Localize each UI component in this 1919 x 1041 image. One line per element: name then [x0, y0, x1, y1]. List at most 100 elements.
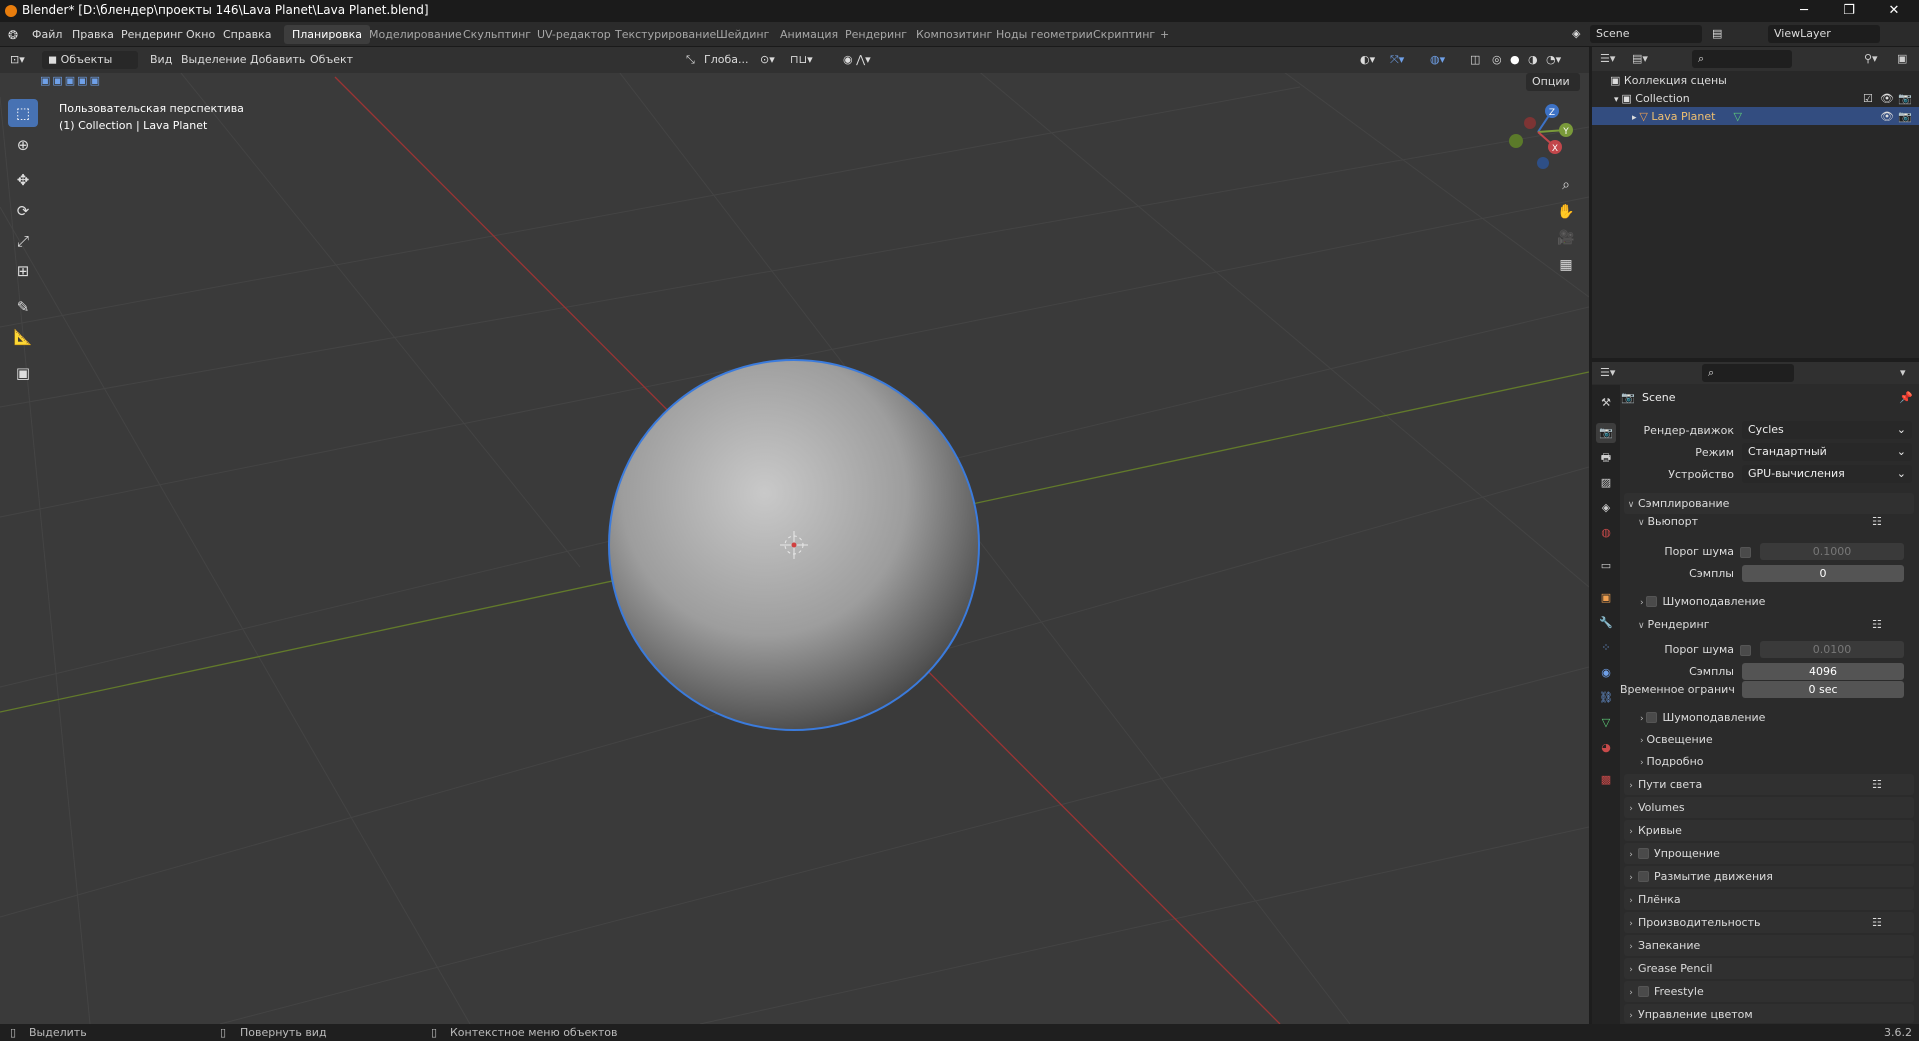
add-workspace-button[interactable]: + [1152, 25, 1177, 44]
editor-type-icon[interactable]: ⊡▾ [10, 53, 25, 66]
properties-editor-icon[interactable]: ☰▾ [1600, 366, 1615, 379]
texture-tab-icon[interactable]: ▩ [1596, 770, 1616, 790]
transform-tool-icon[interactable]: ⊞ [8, 257, 38, 285]
filter-icon[interactable]: ⚲▾ [1864, 52, 1878, 65]
workspace-tab-geometry-nodes[interactable]: Ноды геометрии [988, 25, 1101, 44]
render-tab-icon[interactable]: 📷 [1596, 423, 1616, 443]
panel-simplify[interactable]: › Упрощение [1624, 843, 1914, 864]
presets-icon[interactable]: ☷ [1872, 916, 1882, 929]
workspace-tab-rendering[interactable]: Рендеринг [837, 25, 915, 44]
collection-checkbox-icon[interactable]: ☑ [1863, 92, 1873, 105]
move-tool-icon[interactable]: ✥ [8, 166, 38, 194]
r-denoise-row[interactable]: › Шумоподавление [1640, 711, 1765, 724]
snap-icon[interactable]: ⊓⊔▾ [790, 53, 813, 66]
workspace-tab-uv[interactable]: UV-редактор [529, 25, 619, 44]
outliner-collection-row[interactable]: ▾ ▣ Collection ☑ 👁 📷 [1592, 89, 1919, 107]
menu-render[interactable]: Рендеринг [121, 28, 183, 41]
workspace-tab-layout[interactable]: Планировка [284, 25, 370, 44]
outliner-editor-icon[interactable]: ☰▾ [1600, 52, 1615, 65]
panel-color-management[interactable]: › Управление цветом [1624, 1004, 1914, 1023]
maximize-button[interactable]: ❐ [1829, 1, 1869, 21]
panel-light-paths[interactable]: › Пути света ☷ [1624, 774, 1914, 795]
solid-shading-icon[interactable]: ● [1510, 53, 1520, 66]
panel-bake[interactable]: › Запекание [1624, 935, 1914, 956]
mode-selector[interactable]: ◼ Объекты [42, 51, 138, 69]
rendered-shading-icon[interactable]: ◔▾ [1546, 53, 1561, 66]
render-presets-icon[interactable]: ☷ [1872, 618, 1882, 631]
subpanel-render[interactable]: ∨ Рендеринг [1638, 618, 1710, 631]
outliner-search-input[interactable]: ⌕ [1692, 50, 1792, 68]
menu-add[interactable]: Добавить [250, 53, 305, 66]
ortho-grid-icon[interactable]: ▦ [1553, 252, 1579, 278]
object-tab-icon[interactable]: ▣ [1596, 588, 1616, 608]
workspace-tab-compositing[interactable]: Композитинг [908, 25, 1000, 44]
panel-performance[interactable]: › Производительность ☷ [1624, 912, 1914, 933]
add-cube-tool-icon[interactable]: ▣ [8, 359, 38, 387]
menu-view[interactable]: Вид [150, 53, 172, 66]
annotate-tool-icon[interactable]: ✎ [8, 293, 38, 321]
collection-tab-icon[interactable]: ▭ [1596, 556, 1616, 576]
minimize-button[interactable]: ─ [1784, 1, 1824, 21]
workspace-tab-texturing[interactable]: Текстурирование [607, 25, 724, 44]
menu-file[interactable]: Файл [32, 28, 62, 41]
pan-hand-icon[interactable]: ✋ [1553, 199, 1579, 225]
object-render-icon[interactable]: 📷 [1898, 110, 1912, 123]
modifier-tab-icon[interactable]: 🔧 [1596, 613, 1616, 633]
outliner-object-row[interactable]: ▸ ▽ Lava Planet ▽ 👁 📷 [1592, 107, 1919, 125]
vp-denoise-row[interactable]: › Шумоподавление [1640, 595, 1765, 608]
panel-curves[interactable]: › Кривые [1624, 820, 1914, 841]
close-button[interactable]: ✕ [1874, 1, 1914, 21]
material-shading-icon[interactable]: ◑ [1528, 53, 1538, 66]
scene-selector[interactable]: Scene [1590, 25, 1702, 43]
panel-grease-pencil[interactable]: › Grease Pencil [1624, 958, 1914, 979]
collection-render-icon[interactable]: 📷 [1898, 92, 1912, 105]
camera-view-icon[interactable]: 🎥 [1553, 225, 1579, 251]
proportional-edit-icon[interactable]: ◉ ⋀▾ [843, 53, 871, 66]
subpanel-viewport[interactable]: ∨ Вьюпорт [1638, 515, 1698, 528]
vp-noise-threshold-field[interactable]: 0.1000 [1760, 543, 1904, 560]
simplify-checkbox[interactable] [1638, 848, 1649, 859]
menu-help[interactable]: Справка [223, 28, 271, 41]
subpanel-advanced[interactable]: › Подробно [1640, 755, 1704, 768]
r-noise-threshold-field[interactable]: 0.0100 [1760, 641, 1904, 658]
panel-film[interactable]: › Плёнка [1624, 889, 1914, 910]
panel-volumes[interactable]: › Volumes [1624, 797, 1914, 818]
view-layer-tab-icon[interactable]: ▨ [1596, 473, 1616, 493]
pivot-icon[interactable]: ⊙▾ [760, 53, 775, 66]
selection-mode-icons[interactable]: ▣▣▣▣▣ [40, 74, 102, 87]
r-noise-threshold-checkbox[interactable] [1740, 645, 1751, 656]
viewport-presets-icon[interactable]: ☷ [1872, 515, 1882, 528]
freestyle-checkbox[interactable] [1638, 986, 1649, 997]
panel-motion-blur[interactable]: › Размытие движения [1624, 866, 1914, 887]
particles-tab-icon[interactable]: ⁘ [1596, 638, 1616, 658]
options-dropdown[interactable]: Опции [1526, 73, 1580, 91]
menu-window[interactable]: Окно [186, 28, 215, 41]
properties-search-input[interactable]: ⌕ [1702, 364, 1794, 382]
menu-edit[interactable]: Правка [72, 28, 114, 41]
time-limit-field[interactable]: 0 sec [1742, 681, 1904, 698]
scale-tool-icon[interactable]: ⤢ [8, 227, 38, 255]
physics-tab-icon[interactable]: ◉ [1596, 663, 1616, 683]
vp-denoise-checkbox[interactable] [1646, 596, 1658, 607]
menu-select[interactable]: Выделение [181, 53, 247, 66]
visibility-icon[interactable]: ◐▾ [1360, 53, 1375, 66]
workspace-tab-shading[interactable]: Шейдинг [708, 25, 777, 44]
new-collection-icon[interactable]: ▣ [1897, 52, 1907, 65]
menu-object[interactable]: Объект [310, 53, 353, 66]
vp-samples-field[interactable]: 0 [1742, 565, 1904, 582]
device-dropdown[interactable]: GPU-вычисления ⌄ [1742, 465, 1912, 483]
workspace-tab-modeling[interactable]: Моделирование [361, 25, 470, 44]
subpanel-lighting[interactable]: › Освещение [1640, 733, 1713, 746]
data-tab-icon[interactable]: ▽ [1596, 713, 1616, 733]
motion-blur-checkbox[interactable] [1638, 871, 1649, 882]
r-samples-field[interactable]: 4096 [1742, 663, 1904, 680]
gizmo-toggle-icon[interactable]: ⤧▾ [1390, 53, 1404, 67]
output-tab-icon[interactable]: 🖶 [1596, 448, 1616, 468]
measure-tool-icon[interactable]: 📐 [8, 323, 38, 351]
tool-tab-icon[interactable]: ⚒ [1596, 393, 1616, 413]
viewlayer-selector[interactable]: ViewLayer [1768, 25, 1880, 43]
workspace-tab-animation[interactable]: Анимация [772, 25, 846, 44]
properties-options-icon[interactable]: ▾ [1900, 366, 1906, 379]
workspace-tab-sculpting[interactable]: Скульптинг [455, 25, 539, 44]
presets-icon[interactable]: ☷ [1872, 778, 1882, 791]
